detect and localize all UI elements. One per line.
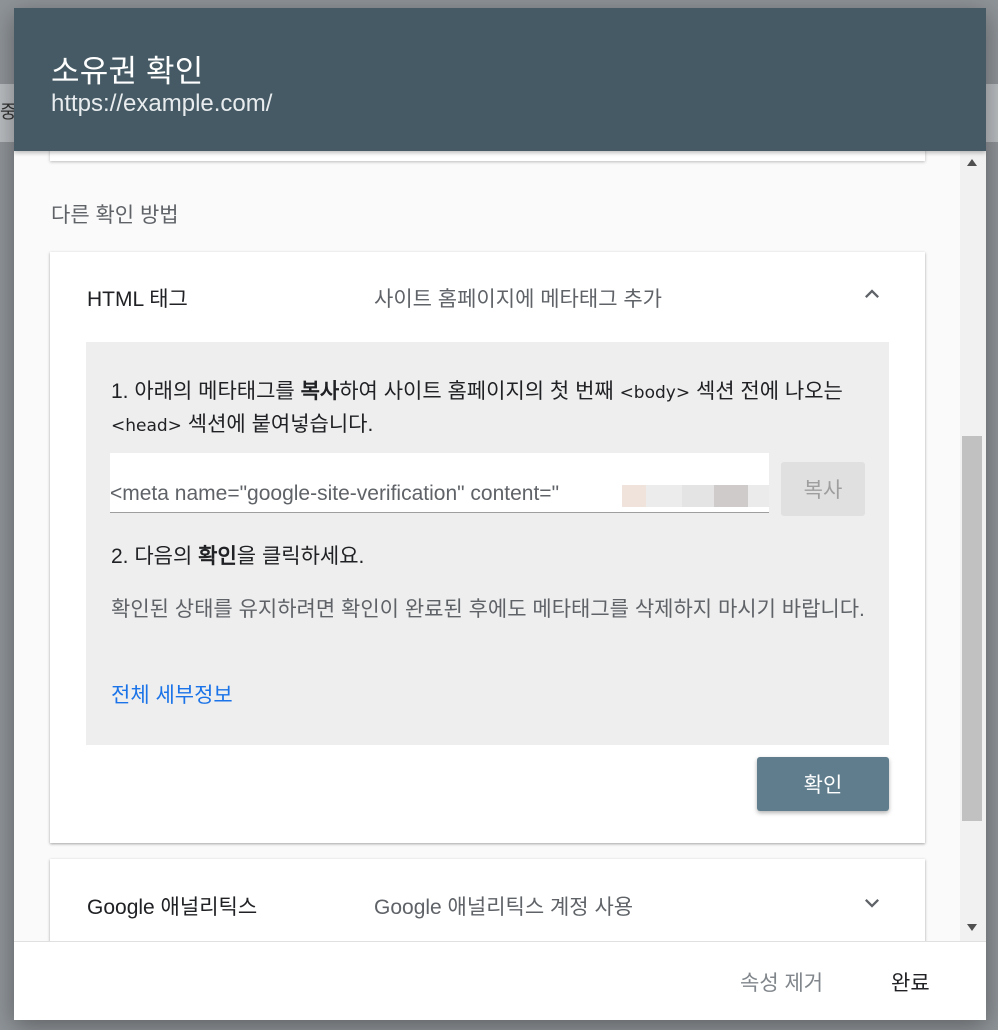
remove-property-button[interactable]: 속성 제거	[730, 962, 833, 1002]
code-head-tag: <head>	[111, 416, 182, 436]
step-2-bold-verify: 확인	[198, 545, 237, 568]
redacted-token	[682, 485, 714, 507]
google-analytics-description: Google 애널리틱스 계정 사용	[374, 896, 634, 919]
section-label-other-methods: 다른 확인 방법	[51, 204, 179, 227]
chevron-up-icon[interactable]	[858, 280, 886, 308]
chevron-down-icon[interactable]	[858, 889, 886, 917]
html-tag-description: 사이트 홈페이지에 메타태그 추가	[374, 288, 662, 311]
meta-tag-field[interactable]: <meta name="google-site-verification" co…	[110, 453, 769, 513]
step-1-text-d: 섹션에 붙여넣습니다.	[181, 413, 374, 436]
full-details-link[interactable]: 전체 세부정보	[111, 679, 233, 709]
scrollbar-thumb[interactable]	[962, 436, 982, 821]
dialog-subtitle-url: https://example.com/	[51, 90, 273, 117]
scroll-up-arrow-icon[interactable]	[967, 159, 977, 166]
step-2-instruction: 2. 다음의 확인을 클릭하세요.	[111, 540, 364, 570]
google-analytics-method-card[interactable]: Google 애널리틱스 Google 애널리틱스 계정 사용	[50, 859, 925, 941]
meta-tag-text[interactable]: <meta name="google-site-verification" co…	[110, 482, 559, 506]
html-tag-method-card: HTML 태그 사이트 홈페이지에 메타태그 추가 1. 아래의 메타태그를 복…	[50, 252, 925, 843]
scroll-down-arrow-icon[interactable]	[967, 924, 977, 931]
step-1-instruction: 1. 아래의 메타태그를 복사하여 사이트 홈페이지의 첫 번째 <body> …	[111, 376, 881, 442]
dialog-content: 다른 확인 방법 HTML 태그 사이트 홈페이지에 메타태그 추가 1. 아래…	[14, 151, 986, 941]
copy-button[interactable]: 복사	[781, 462, 865, 516]
step-1-text-c: 섹션 전에 나오는	[690, 380, 843, 403]
previous-method-card	[50, 151, 925, 161]
step-2-text-b: 을 클릭하세요.	[236, 545, 365, 568]
keep-meta-tag-note: 확인된 상태를 유지하려면 확인이 완료된 후에도 메타태그를 삭제하지 마시기…	[111, 598, 865, 621]
google-analytics-title: Google 애널리틱스	[87, 896, 258, 919]
redacted-token	[622, 485, 646, 507]
content-scrollbar[interactable]	[960, 151, 986, 941]
dialog-header: 소유권 확인 https://example.com/	[14, 8, 986, 151]
html-tag-title[interactable]: HTML 태그	[87, 283, 188, 313]
ownership-verification-dialog: 소유권 확인 https://example.com/ 다른 확인 방법 HTM…	[14, 8, 986, 1020]
dialog-footer: 속성 제거 완료	[14, 941, 986, 1020]
step-2-text-a: 2. 다음의	[111, 545, 199, 568]
backdrop-text: 중	[0, 102, 14, 122]
code-body-tag: <body>	[619, 383, 691, 403]
done-button[interactable]: 완료	[881, 962, 940, 1002]
redacted-token	[646, 485, 682, 507]
redacted-token	[748, 485, 769, 507]
step-1-text-a: 1. 아래의 메타태그를	[111, 380, 301, 403]
html-tag-instructions-panel: 1. 아래의 메타태그를 복사하여 사이트 홈페이지의 첫 번째 <body> …	[86, 342, 889, 745]
dialog-title: 소유권 확인	[51, 54, 204, 89]
step-1-text-b: 하여 사이트 홈페이지의 첫 번째	[339, 380, 620, 403]
step-1-bold-copy: 복사	[300, 380, 340, 403]
verify-button[interactable]: 확인	[757, 757, 889, 811]
redacted-token	[714, 485, 748, 507]
